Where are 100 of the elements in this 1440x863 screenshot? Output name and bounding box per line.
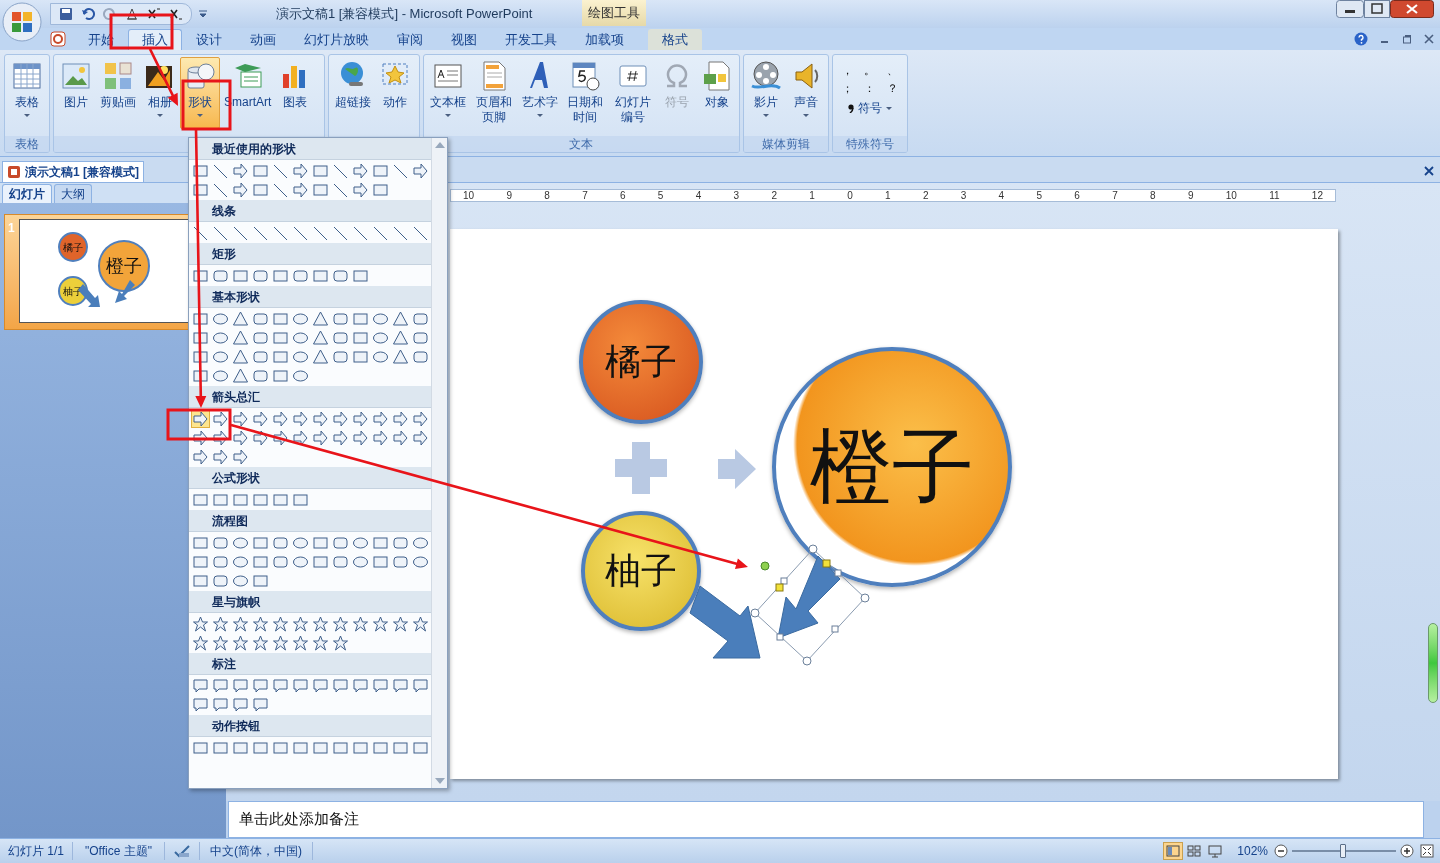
ribbon-button[interactable]: 文本框 xyxy=(426,57,470,129)
fit-to-window-icon[interactable] xyxy=(1420,844,1434,858)
shape-icon[interactable] xyxy=(232,696,249,713)
shape-icon[interactable] xyxy=(292,224,309,241)
minimize-button[interactable] xyxy=(1336,0,1364,18)
shape-icon[interactable] xyxy=(332,553,349,570)
shape-icon[interactable] xyxy=(372,329,389,346)
shape-icon[interactable] xyxy=(412,348,429,365)
shape-icon[interactable] xyxy=(192,329,209,346)
shape-icon[interactable] xyxy=(312,348,329,365)
shape-icon[interactable] xyxy=(332,534,349,551)
ribbon-button[interactable]: 图表 xyxy=(275,57,316,129)
shape-icon[interactable] xyxy=(352,615,369,632)
shape-icon[interactable] xyxy=(352,534,369,551)
shape-icon[interactable] xyxy=(412,615,429,632)
symbol-button[interactable]: ？ xyxy=(882,79,903,97)
shape-icon[interactable] xyxy=(292,329,309,346)
document-tab[interactable]: 演示文稿1 [兼容模式] xyxy=(2,161,144,182)
ribbon-button[interactable]: 对象 xyxy=(696,57,737,129)
shape-icon[interactable] xyxy=(392,410,409,427)
zoom-in-icon[interactable] xyxy=(1400,844,1414,858)
shape-icon[interactable] xyxy=(292,310,309,327)
shape-icon[interactable] xyxy=(272,224,289,241)
shape-icon[interactable] xyxy=(312,310,329,327)
shape-icon[interactable] xyxy=(252,429,269,446)
tangerine-photo[interactable]: 橘子 xyxy=(579,300,703,424)
shape-icon[interactable] xyxy=(292,162,309,179)
shape-icon[interactable] xyxy=(212,329,229,346)
shape-icon[interactable] xyxy=(412,410,429,427)
ribbon-tab[interactable]: 幻灯片放映 xyxy=(290,29,383,50)
shape-icon[interactable] xyxy=(332,224,349,241)
shape-icon[interactable] xyxy=(292,634,309,651)
shape-icon[interactable] xyxy=(192,348,209,365)
shape-icon[interactable] xyxy=(272,162,289,179)
shape-icon[interactable] xyxy=(392,329,409,346)
shape-icon[interactable] xyxy=(412,329,429,346)
shape-icon[interactable] xyxy=(392,162,409,179)
ribbon-button[interactable]: 剪贴画 xyxy=(96,57,140,129)
citrus-photo[interactable]: 橙子 xyxy=(772,347,1012,587)
shape-icon[interactable] xyxy=(352,677,369,694)
shape-icon[interactable] xyxy=(252,615,269,632)
ribbon-button[interactable]: 页眉和页脚 xyxy=(470,57,518,129)
shape-icon[interactable] xyxy=(212,615,229,632)
shape-icon[interactable] xyxy=(332,615,349,632)
shape-icon[interactable] xyxy=(192,615,209,632)
customize-icon[interactable] xyxy=(198,9,208,19)
ribbon-button[interactable]: 声音 xyxy=(785,57,826,129)
shape-icon[interactable] xyxy=(312,329,329,346)
shape-icon[interactable] xyxy=(232,534,249,551)
zoom-out-icon[interactable] xyxy=(1274,844,1288,858)
shape-icon[interactable] xyxy=(332,181,349,198)
shape-icon[interactable] xyxy=(412,224,429,241)
shape-icon[interactable] xyxy=(192,224,209,241)
ribbon-tab[interactable]: 动画 xyxy=(236,29,290,50)
shape-icon[interactable] xyxy=(212,634,229,651)
shape-icon[interactable] xyxy=(412,429,429,446)
shape-icon[interactable] xyxy=(252,410,269,427)
shape-icon[interactable] xyxy=(232,410,249,427)
scrollbar-thumb[interactable] xyxy=(1428,623,1438,703)
shape-icon[interactable] xyxy=(212,448,229,465)
shape-icon[interactable] xyxy=(212,181,229,198)
shape-icon[interactable] xyxy=(332,410,349,427)
shape-icon[interactable] xyxy=(332,310,349,327)
shape-icon[interactable] xyxy=(232,429,249,446)
ribbon-tab[interactable]: 视图 xyxy=(437,29,491,50)
shape-icon[interactable] xyxy=(292,677,309,694)
shape-icon[interactable] xyxy=(392,677,409,694)
shape-icon[interactable] xyxy=(412,310,429,327)
shape-icon[interactable] xyxy=(372,677,389,694)
shape-icon[interactable] xyxy=(312,224,329,241)
redo-icon[interactable] xyxy=(103,7,117,21)
shape-icon[interactable] xyxy=(392,348,409,365)
selected-block-arrow-shape[interactable] xyxy=(750,544,870,666)
shape-icon[interactable] xyxy=(372,410,389,427)
shape-icon[interactable] xyxy=(392,310,409,327)
shape-icon[interactable] xyxy=(272,553,289,570)
shape-icon[interactable] xyxy=(352,553,369,570)
save-icon[interactable] xyxy=(59,7,73,21)
shape-icon[interactable] xyxy=(252,367,269,384)
shape-icon[interactable] xyxy=(212,224,229,241)
shape-icon[interactable] xyxy=(332,162,349,179)
undo-icon[interactable] xyxy=(81,7,95,21)
shape-icon[interactable] xyxy=(232,572,249,589)
shape-icon[interactable] xyxy=(292,348,309,365)
close-button[interactable] xyxy=(1390,0,1434,18)
shape-icon[interactable] xyxy=(212,572,229,589)
shape-icon[interactable] xyxy=(292,367,309,384)
shape-icon[interactable] xyxy=(272,534,289,551)
shape-icon[interactable] xyxy=(232,329,249,346)
symbol-button[interactable]: 、 xyxy=(882,61,903,79)
shape-icon[interactable] xyxy=(392,615,409,632)
shape-icon[interactable] xyxy=(332,348,349,365)
shape-icon[interactable] xyxy=(312,410,329,427)
shape-icon[interactable] xyxy=(352,410,369,427)
notes-pane[interactable]: 单击此处添加备注 xyxy=(228,801,1424,838)
shape-icon[interactable] xyxy=(252,329,269,346)
shape-icon[interactable] xyxy=(212,162,229,179)
shape-icon[interactable] xyxy=(252,310,269,327)
symbol-menu-button[interactable]: 符号 xyxy=(847,99,892,117)
subscript-icon[interactable] xyxy=(169,7,183,21)
